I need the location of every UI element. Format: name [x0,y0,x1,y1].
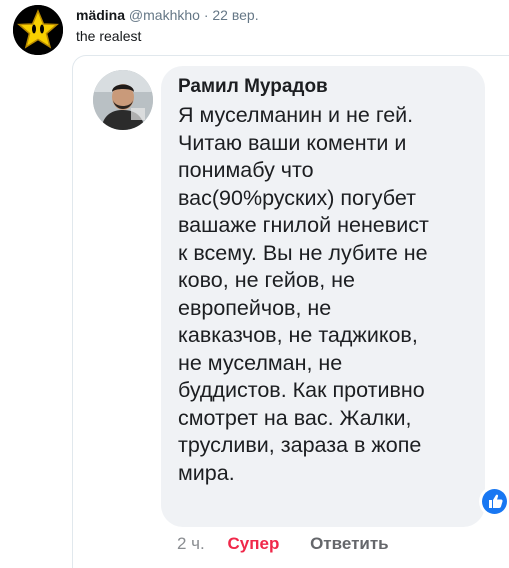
commenter-name[interactable]: Рамил Мурадов [178,74,471,99]
comment-line: Я муселманин и не гей. [178,103,414,127]
comment-line: вас(90%руских) погубет [178,185,416,210]
comment-line: кавказчов, не таджиков, [178,323,418,347]
reaction-badge[interactable] [479,486,509,517]
tweet-media-image[interactable]: Рамил Мурадов Я муселманин и не гей. Чит… [72,55,509,568]
comment-line: мира. [178,460,235,485]
comment-line: европейчов, не [178,295,332,320]
tweet[interactable]: mädina @makhkho · 22 вер. the realest Ра… [0,0,509,568]
star-icon [13,5,63,55]
display-name[interactable]: mädina [76,7,125,23]
comment-line: Читаю ваши коменти и [178,130,407,155]
separator-dot: · [203,7,209,23]
comment-bubble: Рамил Мурадов Я муселманин и не гей. Чит… [161,66,485,527]
comment-line: не муселман, не [178,350,343,375]
comment-line: ково, не гейов, не [178,268,355,292]
tweet-avatar[interactable] [13,5,63,55]
comment-actions: 2 ч. Супер Ответить [177,533,389,555]
comment-line: смотрет на вас. Жалки, [178,405,412,430]
tweet-text: the realest [76,28,142,44]
comment-line: к всему. Вы не лубите не [178,240,428,265]
tweet-date[interactable]: 22 вер. [212,7,258,23]
comment-line: вашаже гнилой неневист [178,213,429,237]
comment-line: трусливи, зараза в жопе [178,433,422,457]
tweet-header: mädina @makhkho · 22 вер. [76,6,259,24]
reply-button[interactable]: Ответить [310,534,389,553]
comment-line: буддистов. Как противно [178,378,425,402]
profile-photo-icon [93,70,153,130]
comment-time[interactable]: 2 ч. [177,534,205,553]
super-reaction-button[interactable]: Супер [228,534,280,553]
commenter-avatar [93,70,153,130]
comment-text: Я муселманин и не гей. Читаю ваши комент… [178,102,471,487]
comment-line: понимабу что [178,158,314,182]
like-icon [482,489,507,514]
user-handle[interactable]: @makhkho [129,7,200,23]
